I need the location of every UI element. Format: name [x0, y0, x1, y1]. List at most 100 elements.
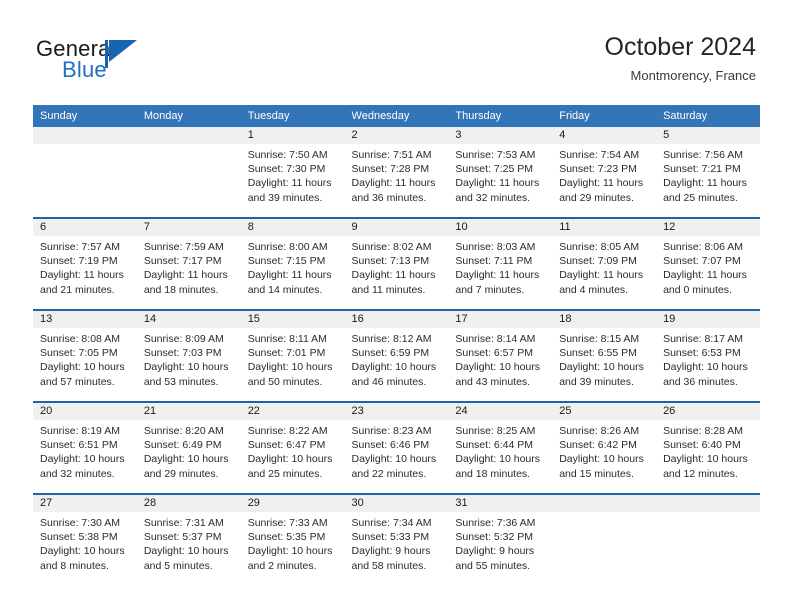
calendar-day-cell[interactable]: 27 Sunrise: 7:30 AM Sunset: 5:38 PM Dayligh…	[33, 493, 137, 585]
daylight-line-1: Daylight: 10 hours	[351, 361, 437, 374]
day-cell-inner: 22 Sunrise: 8:22 AM Sunset: 6:47 PM Dayligh…	[240, 403, 345, 493]
day-number: 6	[33, 219, 137, 236]
daylight-line-2: and 39 minutes.	[247, 191, 323, 204]
day-details: Sunrise: 8:09 AM Sunset: 7:03 PM Daylight:…	[137, 328, 241, 389]
calendar-day-cell[interactable]: 18 Sunrise: 8:15 AM Sunset: 6:55 PM Dayligh…	[552, 309, 657, 402]
day-number	[552, 495, 657, 512]
day-details: Sunrise: 8:22 AM Sunset: 6:47 PM Daylight:…	[241, 420, 345, 481]
daylight-line-1: Daylight: 10 hours	[143, 545, 229, 558]
sunset-time: Sunset: 7:01 PM	[247, 347, 326, 360]
page-title: October 2024	[604, 33, 757, 61]
day-number: 12	[656, 219, 760, 236]
day-details: Sunrise: 8:25 AM Sunset: 6:44 PM Daylight:…	[448, 420, 552, 481]
calendar-day-cell[interactable]: 11 Sunrise: 8:05 AM Sunset: 7:09 PM Dayligh…	[552, 217, 657, 310]
day-details: Sunrise: 8:28 AM Sunset: 6:40 PM Daylight:…	[656, 420, 760, 481]
day-cell-inner: 2 Sunrise: 7:51 AM Sunset: 7:28 PM Daylight…	[344, 127, 449, 217]
day-number: 23	[344, 403, 449, 420]
sunset-time: Sunset: 7:25 PM	[455, 163, 534, 176]
daylight-line-1: Daylight: 11 hours	[247, 177, 332, 190]
sunrise-time: Sunrise: 7:57 AM	[40, 241, 120, 253]
day-cell-inner: 19 Sunrise: 8:17 AM Sunset: 6:53 PM Dayligh…	[656, 311, 760, 401]
calendar-day-cell[interactable]: 31 Sunrise: 7:36 AM Sunset: 5:32 PM Dayligh…	[448, 493, 553, 585]
day-number: 28	[136, 495, 241, 512]
calendar-day-cell[interactable]: 4 Sunrise: 7:54 AM Sunset: 7:23 PM Daylight…	[552, 127, 657, 218]
daylight-line-2: and 46 minutes.	[351, 375, 427, 388]
sunset-time: Sunset: 6:42 PM	[559, 439, 637, 452]
general-blue-logo[interactable]: General Blue	[36, 36, 206, 92]
calendar-day-cell[interactable]: 25 Sunrise: 8:26 AM Sunset: 6:42 PM Dayligh…	[552, 401, 657, 494]
day-number: 27	[33, 495, 137, 512]
calendar-day-cell[interactable]: 30 Sunrise: 7:34 AM Sunset: 5:33 PM Dayligh…	[344, 493, 449, 585]
daylight-line-1: Daylight: 10 hours	[663, 453, 748, 466]
day-cell-inner: 7 Sunrise: 7:59 AM Sunset: 7:17 PM Daylight…	[136, 219, 241, 309]
sunset-time: Sunset: 7:13 PM	[351, 255, 430, 268]
calendar-day-cell[interactable]: 24 Sunrise: 8:25 AM Sunset: 6:44 PM Dayligh…	[448, 401, 553, 494]
daylight-line-2: and 58 minutes.	[351, 559, 427, 572]
day-details: Sunrise: 8:14 AM Sunset: 6:57 PM Daylight:…	[448, 328, 552, 389]
calendar-day-cell[interactable]: 19 Sunrise: 8:17 AM Sunset: 6:53 PM Dayligh…	[656, 309, 760, 402]
sunset-time: Sunset: 7:09 PM	[559, 255, 637, 268]
sunset-time: Sunset: 7:15 PM	[247, 255, 326, 268]
day-cell-inner: 1 Sunrise: 7:50 AM Sunset: 7:30 PM Daylight…	[240, 127, 345, 217]
daylight-line-1: Daylight: 10 hours	[247, 453, 333, 466]
calendar-day-cell[interactable]: 2 Sunrise: 7:51 AM Sunset: 7:28 PM Daylight…	[344, 127, 449, 218]
calendar-day-cell[interactable]: 28 Sunrise: 7:31 AM Sunset: 5:37 PM Dayligh…	[136, 493, 241, 585]
calendar-day-cell[interactable]: 7 Sunrise: 7:59 AM Sunset: 7:17 PM Daylight…	[136, 217, 241, 310]
calendar-day-cell[interactable]: 20 Sunrise: 8:19 AM Sunset: 6:51 PM Dayligh…	[33, 401, 137, 494]
day-cell-inner: 5 Sunrise: 7:56 AM Sunset: 7:21 PM Daylight…	[656, 127, 760, 217]
day-number: 25	[552, 403, 657, 420]
sunset-time: Sunset: 6:44 PM	[455, 439, 534, 452]
daylight-line-1: Daylight: 10 hours	[40, 453, 125, 466]
calendar-day-cell[interactable]: 1 Sunrise: 7:50 AM Sunset: 7:30 PM Daylight…	[240, 127, 345, 218]
day-number: 21	[136, 403, 241, 420]
day-number: 31	[448, 495, 553, 512]
day-cell-inner: 6 Sunrise: 7:57 AM Sunset: 7:19 PM Daylight…	[33, 219, 137, 309]
sunset-time: Sunset: 6:57 PM	[455, 347, 534, 360]
calendar-day-cell[interactable]: 5 Sunrise: 7:56 AM Sunset: 7:21 PM Daylight…	[656, 127, 760, 218]
daylight-line-1: Daylight: 11 hours	[143, 269, 228, 282]
day-details: Sunrise: 7:34 AM Sunset: 5:33 PM Daylight:…	[345, 512, 449, 573]
calendar-day-cell[interactable]: 8 Sunrise: 8:00 AM Sunset: 7:15 PM Daylight…	[240, 217, 345, 310]
day-number: 17	[448, 311, 553, 328]
calendar-day-cell[interactable]: 29 Sunrise: 7:33 AM Sunset: 5:35 PM Dayligh…	[240, 493, 345, 585]
sunset-time: Sunset: 7:11 PM	[455, 255, 533, 268]
calendar-day-cell[interactable]: 3 Sunrise: 7:53 AM Sunset: 7:25 PM Daylight…	[448, 127, 553, 218]
calendar-empty-cell	[136, 127, 241, 218]
sunset-time: Sunset: 6:46 PM	[351, 439, 430, 452]
sunrise-time: Sunrise: 8:11 AM	[247, 333, 327, 345]
daylight-line-2: and 7 minutes.	[455, 283, 525, 296]
calendar-day-cell[interactable]: 16 Sunrise: 8:12 AM Sunset: 6:59 PM Dayligh…	[344, 309, 449, 402]
calendar-day-cell[interactable]: 15 Sunrise: 8:11 AM Sunset: 7:01 PM Dayligh…	[240, 309, 345, 402]
day-details: Sunrise: 7:53 AM Sunset: 7:25 PM Daylight:…	[448, 144, 552, 205]
calendar-day-cell[interactable]: 21 Sunrise: 8:20 AM Sunset: 6:49 PM Dayligh…	[136, 401, 241, 494]
calendar-day-cell[interactable]: 23 Sunrise: 8:23 AM Sunset: 6:46 PM Dayligh…	[344, 401, 449, 494]
sunrise-sunset-calendar-table: Sunday Monday Tuesday Wednesday Thursday…	[33, 105, 760, 585]
calendar-day-cell[interactable]: 13 Sunrise: 8:08 AM Sunset: 7:05 PM Dayligh…	[33, 309, 137, 402]
daylight-line-1: Daylight: 10 hours	[351, 453, 437, 466]
calendar-day-cell[interactable]: 12 Sunrise: 8:06 AM Sunset: 7:07 PM Dayligh…	[656, 217, 760, 310]
day-cell-inner: 21 Sunrise: 8:20 AM Sunset: 6:49 PM Dayligh…	[136, 403, 241, 493]
sunset-time: Sunset: 7:03 PM	[143, 347, 222, 360]
sunrise-time: Sunrise: 8:23 AM	[351, 425, 432, 437]
daylight-line-2: and 12 minutes.	[663, 467, 738, 480]
calendar-day-cell[interactable]: 9 Sunrise: 8:02 AM Sunset: 7:13 PM Daylight…	[344, 217, 449, 310]
calendar-day-cell[interactable]: 17 Sunrise: 8:14 AM Sunset: 6:57 PM Dayligh…	[448, 309, 553, 402]
day-details: Sunrise: 8:17 AM Sunset: 6:53 PM Daylight:…	[656, 328, 760, 389]
sunrise-time: Sunrise: 7:59 AM	[143, 241, 224, 253]
day-number: 8	[240, 219, 345, 236]
calendar-day-cell[interactable]: 26 Sunrise: 8:28 AM Sunset: 6:40 PM Dayligh…	[656, 401, 760, 494]
day-number: 18	[552, 311, 657, 328]
calendar-day-cell[interactable]: 6 Sunrise: 7:57 AM Sunset: 7:19 PM Daylight…	[33, 217, 137, 310]
day-number: 19	[656, 311, 760, 328]
daylight-line-2: and 36 minutes.	[663, 375, 738, 388]
calendar-week-row: 20 Sunrise: 8:19 AM Sunset: 6:51 PM Dayligh…	[33, 401, 760, 494]
calendar-empty-cell	[33, 127, 137, 218]
sunrise-time: Sunrise: 7:51 AM	[351, 149, 432, 161]
daylight-line-2: and 55 minutes.	[455, 559, 531, 572]
calendar-day-cell[interactable]: 14 Sunrise: 8:09 AM Sunset: 7:03 PM Dayligh…	[136, 309, 241, 402]
sunrise-time: Sunrise: 8:28 AM	[663, 425, 744, 437]
calendar-day-cell[interactable]: 10 Sunrise: 8:03 AM Sunset: 7:11 PM Dayligh…	[448, 217, 553, 310]
day-number	[656, 495, 760, 512]
calendar-day-cell[interactable]: 22 Sunrise: 8:22 AM Sunset: 6:47 PM Dayligh…	[240, 401, 345, 494]
daylight-line-2: and 29 minutes.	[143, 467, 219, 480]
